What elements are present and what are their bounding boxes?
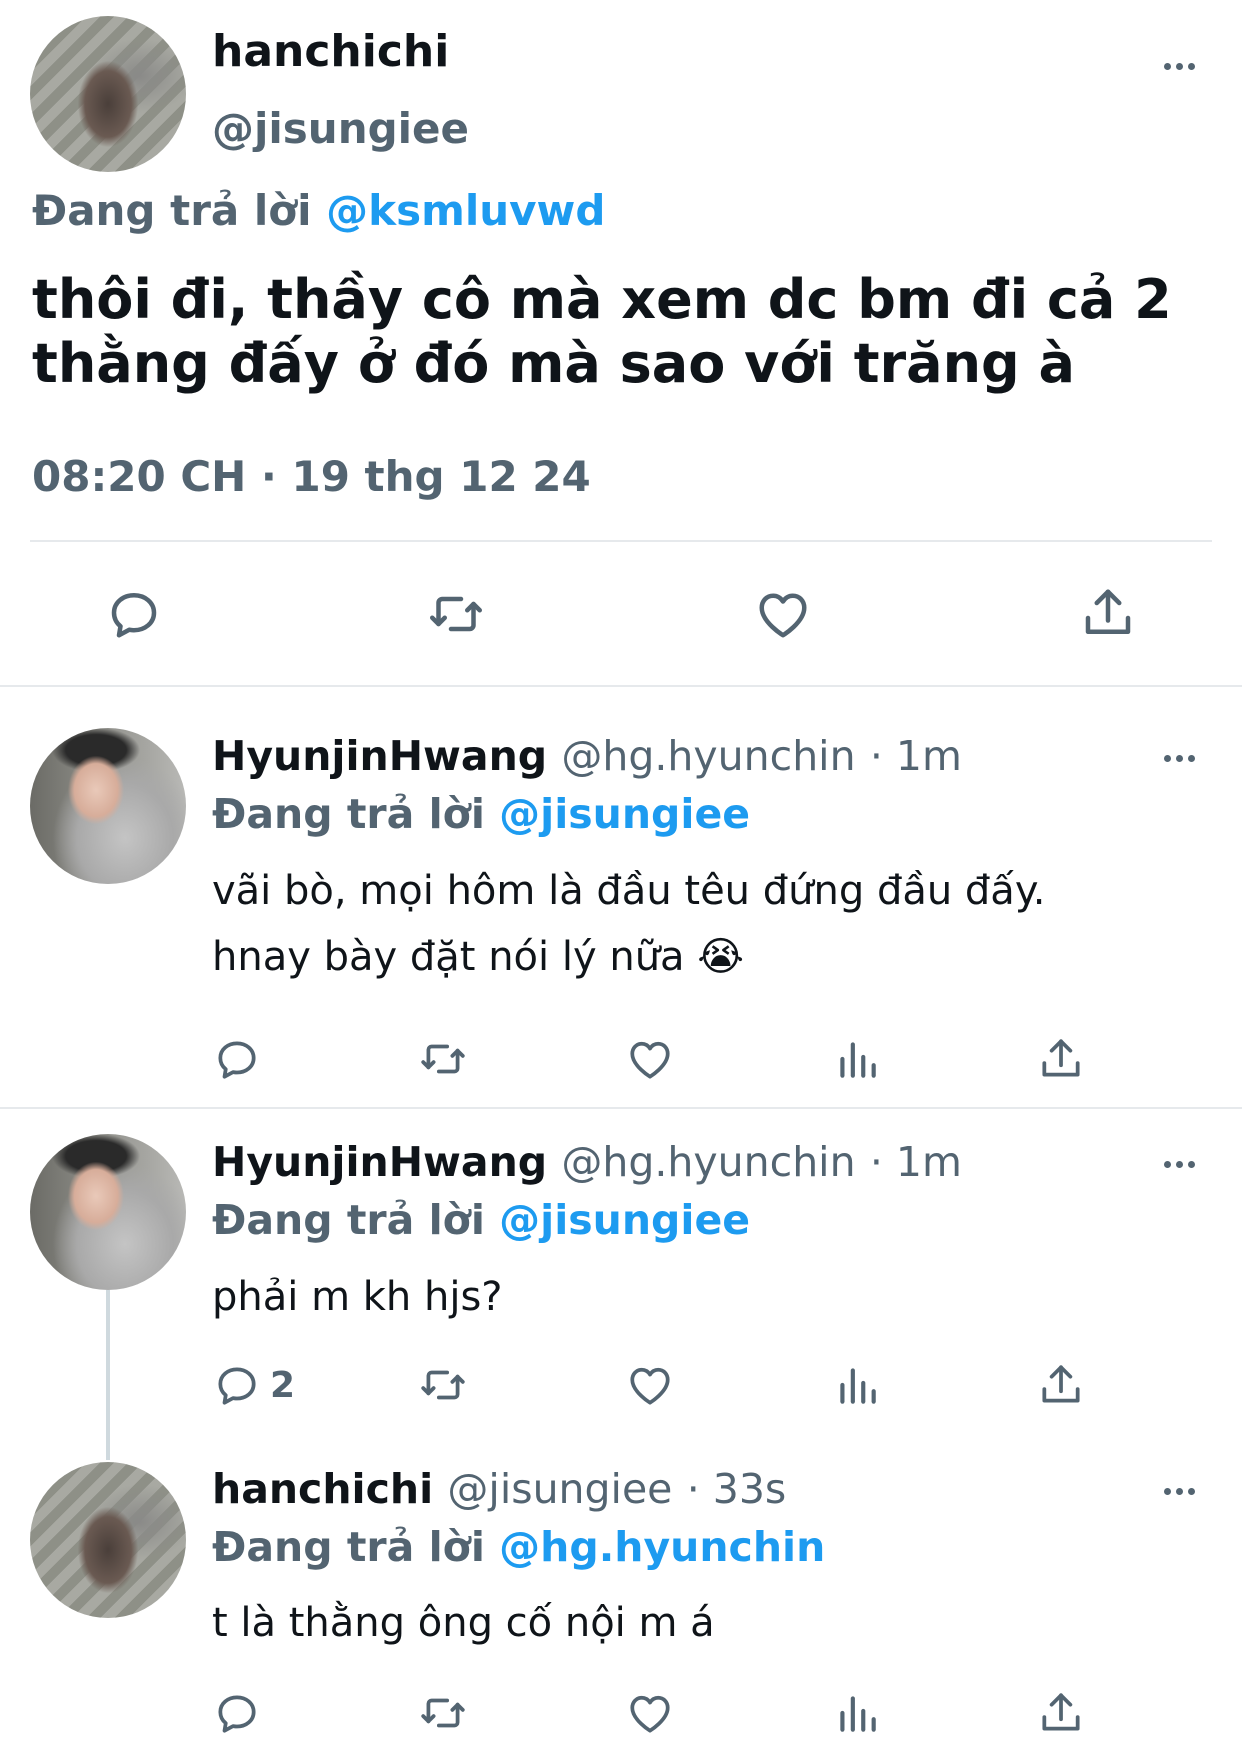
reply-text-line: hnay bày đặt nói lý nữa 😭 xyxy=(212,934,745,980)
thread-connector xyxy=(106,1290,110,1460)
retweet-button[interactable] xyxy=(416,1034,470,1084)
reply-button[interactable] xyxy=(212,1034,262,1084)
reply-icon xyxy=(218,1695,256,1733)
replying-to: Đang trả lời @jisungiee xyxy=(212,790,751,838)
reply-header: hanchichi @jisungiee · 33s xyxy=(212,1465,786,1513)
like-icon xyxy=(759,593,807,638)
more-options-button[interactable] xyxy=(1155,1146,1203,1182)
avatar[interactable] xyxy=(30,728,186,884)
share-button[interactable] xyxy=(1036,1033,1086,1085)
avatar[interactable] xyxy=(30,16,186,172)
share-icon xyxy=(1042,1039,1080,1077)
more-options-button[interactable] xyxy=(1155,740,1203,776)
author-name[interactable]: hanchichi xyxy=(212,26,449,77)
reply-text: t là thằng ông cố nội m á xyxy=(212,1600,715,1646)
author-handle[interactable]: @hg.hyunchin xyxy=(561,732,855,780)
like-button[interactable] xyxy=(624,1688,676,1738)
reply-button[interactable] xyxy=(212,1688,262,1738)
retweet-icon xyxy=(421,1698,465,1728)
retweet-button[interactable] xyxy=(416,1688,470,1738)
reply-time[interactable]: · 1m xyxy=(870,1138,962,1186)
mention-link[interactable]: @jisungiee xyxy=(499,790,750,838)
like-icon xyxy=(630,1367,670,1405)
retweet-icon xyxy=(421,1370,465,1400)
share-button[interactable] xyxy=(1036,1359,1086,1411)
views-button[interactable] xyxy=(832,1360,882,1410)
mention-link[interactable]: @hg.hyunchin xyxy=(499,1523,825,1571)
reply-icon xyxy=(218,1367,256,1405)
share-button[interactable] xyxy=(1036,1687,1086,1739)
reply-icon xyxy=(218,1041,256,1079)
more-icon xyxy=(1163,62,1171,70)
reply-icon xyxy=(111,593,157,638)
reply-header: HyunjinHwang @hg.hyunchin · 1m xyxy=(212,1138,962,1186)
replying-to: Đang trả lời @ksmluvwd xyxy=(32,186,606,235)
share-icon xyxy=(1042,1365,1080,1403)
share-button[interactable] xyxy=(1078,582,1138,644)
author-name[interactable]: hanchichi xyxy=(212,1465,433,1513)
share-icon xyxy=(1042,1693,1080,1731)
more-icon xyxy=(1163,1487,1171,1495)
author-name[interactable]: HyunjinHwang xyxy=(212,1138,547,1186)
author-handle[interactable]: @hg.hyunchin xyxy=(561,1138,855,1186)
reply-text-line: vãi bò, mọi hôm là đầu têu đứng đầu đấy. xyxy=(212,868,1046,914)
more-options-button[interactable] xyxy=(1155,48,1203,84)
tweet-timestamp[interactable]: 08:20 CH · 19 thg 12 24 xyxy=(32,452,591,501)
more-options-button[interactable] xyxy=(1155,1473,1203,1509)
more-icon xyxy=(1163,1160,1171,1168)
divider xyxy=(30,540,1212,542)
mention-link[interactable]: @jisungiee xyxy=(499,1196,750,1244)
replying-to: Đang trả lời @hg.hyunchin xyxy=(212,1523,826,1571)
like-icon xyxy=(630,1041,670,1079)
mention-link[interactable]: @ksmluvwd xyxy=(326,186,605,235)
reply-button[interactable]: 2 xyxy=(212,1360,295,1410)
author-handle[interactable]: @jisungiee xyxy=(212,104,469,153)
reply-time[interactable]: · 33s xyxy=(687,1465,787,1513)
retweet-icon xyxy=(430,596,482,632)
reply-header: HyunjinHwang @hg.hyunchin · 1m xyxy=(212,732,962,780)
views-icon xyxy=(840,1696,876,1732)
avatar[interactable] xyxy=(30,1462,186,1618)
like-button[interactable] xyxy=(752,584,814,644)
reply-text: phải m kh hjs? xyxy=(212,1274,503,1320)
divider xyxy=(0,1107,1242,1109)
reply-text: vãi bò, mọi hôm là đầu têu đứng đầu đấy.… xyxy=(212,858,1212,990)
like-button[interactable] xyxy=(624,1034,676,1084)
tweet-text: thôi đi, thầy cô mà xem dc bm đi cả 2 th… xyxy=(32,268,1172,395)
views-icon xyxy=(840,1042,876,1078)
like-icon xyxy=(630,1695,670,1733)
replying-to: Đang trả lời @jisungiee xyxy=(212,1196,751,1244)
reply-count: 2 xyxy=(270,1364,296,1406)
views-button[interactable] xyxy=(832,1034,882,1084)
reply-button[interactable] xyxy=(104,584,164,644)
retweet-button[interactable] xyxy=(424,584,488,644)
avatar[interactable] xyxy=(30,1134,186,1290)
like-button[interactable] xyxy=(624,1360,676,1410)
divider xyxy=(0,685,1242,687)
crying-emoji: 😭 xyxy=(697,934,745,980)
more-icon xyxy=(1163,754,1171,762)
retweet-button[interactable] xyxy=(416,1360,470,1410)
author-name[interactable]: HyunjinHwang xyxy=(212,732,547,780)
views-icon xyxy=(840,1368,876,1404)
reply-time[interactable]: · 1m xyxy=(870,732,962,780)
author-handle[interactable]: @jisungiee xyxy=(447,1465,672,1513)
share-icon xyxy=(1085,589,1131,634)
views-button[interactable] xyxy=(832,1688,882,1738)
retweet-icon xyxy=(421,1044,465,1074)
